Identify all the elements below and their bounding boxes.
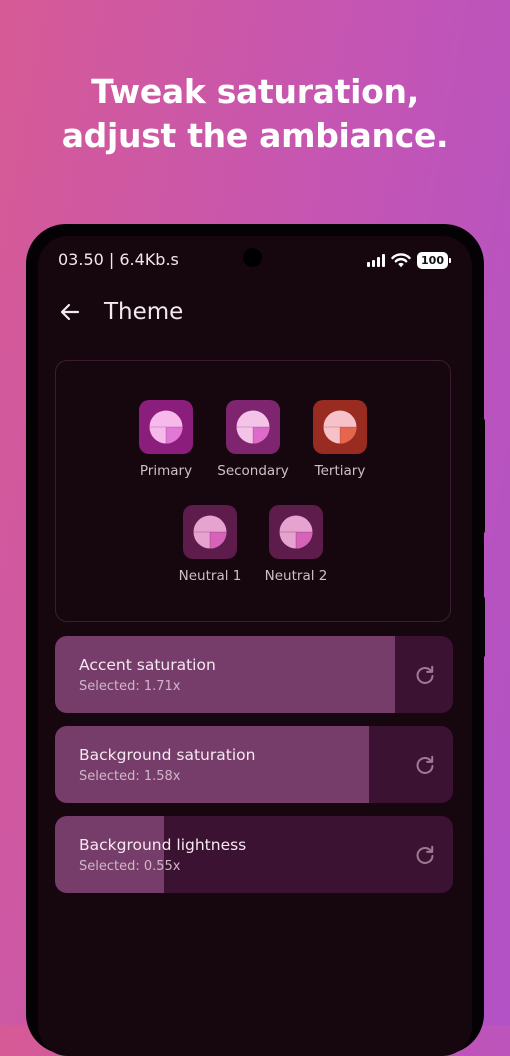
refresh-icon [416,845,433,864]
status-time-speed: 03.50 | 6.4Kb.s [58,250,179,269]
reset-button[interactable] [396,816,453,893]
slider-title: Background saturation [79,746,256,764]
app-bar: Theme [38,294,472,330]
slider-value: Selected: 1.58x [79,769,181,784]
palette-circle-icon [193,515,227,549]
slider-value: Selected: 1.71x [79,679,181,694]
swatch-tile [226,400,280,454]
palette-circle-icon [236,410,270,444]
refresh-icon [416,755,433,774]
swatch-label: Primary [139,463,193,479]
signal-icon [367,254,386,267]
reset-button[interactable] [396,726,453,803]
swatch-tile [269,505,323,559]
promo-line-1: Tweak saturation, [91,72,419,111]
palette-circle-icon [149,410,183,444]
palette-circle-icon [323,410,357,444]
swatch-label: Neutral 2 [264,568,328,584]
swatch-label: Tertiary [314,463,366,479]
swatch-secondary[interactable]: Secondary [205,400,301,480]
page-title: Theme [104,299,184,325]
accent-saturation-slider[interactable]: Accent saturation Selected: 1.71x [55,636,453,713]
promo-headline: Tweak saturation, adjust the ambiance. [0,70,510,158]
swatch-tile [313,400,367,454]
swatch-neutral-1[interactable]: Neutral 1 [162,505,258,585]
swatch-tile [139,400,193,454]
swatch-neutral-2[interactable]: Neutral 2 [248,505,344,585]
background-lightness-slider[interactable]: Background lightness Selected: 0.55x [55,816,453,893]
palette-card: Primary Secondary Tertiary Neutral 1 Neu… [55,360,451,622]
wifi-icon [391,253,411,268]
swatch-label: Secondary [217,463,289,479]
battery-icon: 100 [417,252,451,269]
swatch-tile [183,505,237,559]
swatch-tertiary[interactable]: Tertiary [292,400,388,480]
swatch-primary[interactable]: Primary [118,400,214,480]
back-arrow-icon[interactable] [58,300,82,324]
palette-circle-icon [279,515,313,549]
refresh-icon [416,665,433,684]
slider-title: Accent saturation [79,656,216,674]
power-button [480,596,485,658]
background-saturation-slider[interactable]: Background saturation Selected: 1.58x [55,726,453,803]
volume-button [480,418,485,534]
status-icons: 100 [367,252,451,269]
slider-value: Selected: 0.55x [79,859,181,874]
front-camera [243,248,262,267]
promo-line-2: adjust the ambiance. [61,116,449,155]
phone-screen: 03.50 | 6.4Kb.s 100 Theme Primary Second… [38,236,472,1056]
reset-button[interactable] [396,636,453,713]
swatch-label: Neutral 1 [178,568,242,584]
slider-title: Background lightness [79,836,247,854]
